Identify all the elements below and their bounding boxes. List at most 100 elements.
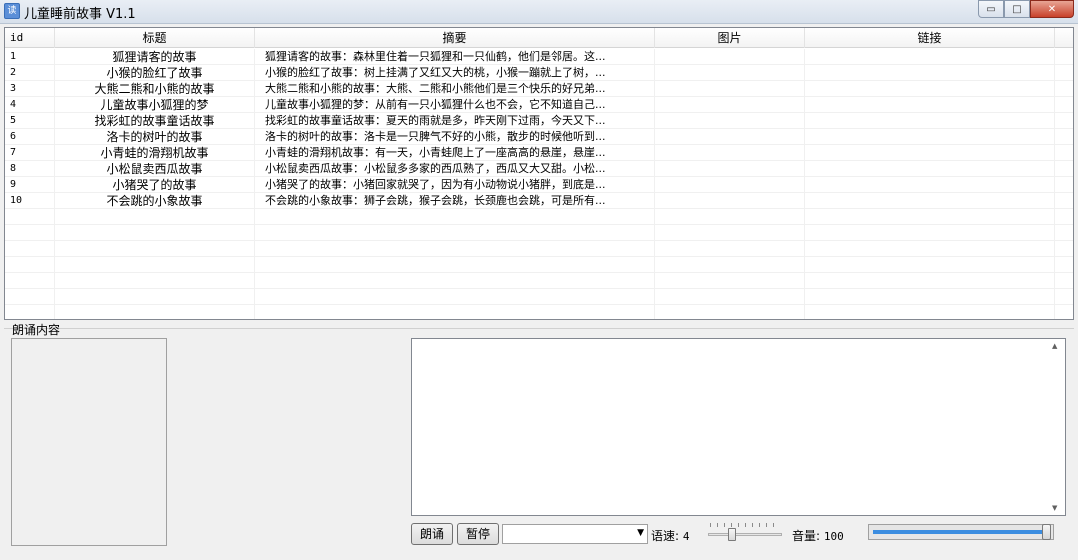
cell-id [5,225,55,241]
cell-image [655,49,805,65]
volume-slider-fill [873,530,1043,534]
column-header-title[interactable]: 标题 [55,28,255,48]
cell-filler [1055,113,1073,129]
cell-image [655,193,805,209]
cell-link [805,65,1055,81]
app-icon: 读 [4,3,20,19]
reading-text-area[interactable]: ▲ ▼ [411,338,1066,516]
maximize-icon: □ [1012,3,1022,15]
cell-summary [255,289,655,305]
cell-id [5,305,55,319]
cell-id [5,257,55,273]
table-row-empty[interactable] [5,209,1073,225]
cell-title: 不会跳的小象故事 [55,193,255,209]
table-row[interactable]: 8 小松鼠卖西瓜故事 小松鼠卖西瓜故事：小松鼠多多家的西瓜熟了，西瓜又大又甜。小松.… [5,161,1073,177]
cell-title: 找彩虹的故事童话故事 [55,113,255,129]
cell-image [655,289,805,305]
table-row-empty[interactable] [5,225,1073,241]
table-row-empty[interactable] [5,257,1073,273]
cell-title: 小猪哭了的故事 [55,177,255,193]
cell-link [805,81,1055,97]
cell-filler [1055,129,1073,145]
table-row[interactable]: 9 小猪哭了的故事 小猪哭了的故事：小猪回家就哭了，因为有小动物说小猪胖，到底是..… [5,177,1073,193]
cell-summary: 小青蛙的滑翔机故事：有一天，小青蛙爬上了一座高高的悬崖，悬崖... [255,145,655,161]
volume-slider-thumb[interactable] [1042,524,1051,540]
cell-link [805,113,1055,129]
cell-link [805,49,1055,65]
cell-filler [1055,145,1073,161]
cell-filler [1055,65,1073,81]
title-bar[interactable]: 读 儿童睡前故事 V1.1 ▭ □ ✕ [0,0,1078,24]
cell-link [805,177,1055,193]
cell-summary: 小松鼠卖西瓜故事：小松鼠多多家的西瓜熟了，西瓜又大又甜。小松... [255,161,655,177]
table-row[interactable]: 4 儿童故事小狐狸的梦 儿童故事小狐狸的梦：从前有一只小狐狸什么也不会，它不知道自己… [5,97,1073,113]
cell-filler [1055,97,1073,113]
voice-select[interactable]: ▼ [502,524,648,544]
table-row[interactable]: 2 小猴的脸红了故事 小猴的脸红了故事：树上挂满了又红又大的桃，小猴一蹦就上了树，.… [5,65,1073,81]
cell-image [655,257,805,273]
cell-title: 小青蛙的滑翔机故事 [55,145,255,161]
table-row[interactable]: 5 找彩虹的故事童话故事 找彩虹的故事童话故事：夏天的雨就是多，昨天刚下过雨，今天又… [5,113,1073,129]
cell-id: 6 [5,129,55,145]
cell-filler [1055,177,1073,193]
minimize-button[interactable]: ▭ [978,0,1004,18]
speed-slider[interactable] [706,521,784,543]
column-header-id[interactable]: id [5,28,55,48]
cell-link [805,225,1055,241]
cell-image [655,209,805,225]
cell-title [55,241,255,257]
cell-image [655,241,805,257]
table-row[interactable]: 10 不会跳的小象故事 不会跳的小象故事：狮子会跳，猴子会跳，长颈鹿也会跳，可是所有… [5,193,1073,209]
chevron-down-icon: ▼ [637,528,644,538]
pause-button[interactable]: 暂停 [457,523,499,545]
cell-filler [1055,193,1073,209]
scroll-up-icon[interactable]: ▲ [1052,342,1057,350]
table-row[interactable]: 3 大熊二熊和小熊的故事 大熊二熊和小熊的故事：大熊、二熊和小熊他们是三个快乐的好兄… [5,81,1073,97]
window-title: 儿童睡前故事 V1.1 [24,7,136,22]
cell-image [655,129,805,145]
column-header-image[interactable]: 图片 [655,28,805,48]
cell-link [805,241,1055,257]
cell-link [805,305,1055,319]
volume-label-text: 音量: [792,529,821,543]
cell-id: 2 [5,65,55,81]
volume-slider[interactable] [868,524,1054,540]
story-image-panel [11,338,167,546]
table-row[interactable]: 6 洛卡的树叶的故事 洛卡的树叶的故事：洛卡是一只脾气不好的小熊，散步的时候他听到.… [5,129,1073,145]
table-row[interactable]: 7 小青蛙的滑翔机故事 小青蛙的滑翔机故事：有一天，小青蛙爬上了一座高高的悬崖，悬崖… [5,145,1073,161]
minimize-icon: ▭ [986,3,996,15]
cell-id: 1 [5,49,55,65]
story-table[interactable]: id 标题 摘要 图片 链接 1 狐狸请客的故事 狐狸请客的故事：森林里住着一只狐狸… [4,27,1074,320]
scroll-down-icon[interactable]: ▼ [1052,504,1057,512]
read-aloud-button[interactable]: 朗诵 [411,523,453,545]
table-row-empty[interactable] [5,305,1073,319]
cell-summary: 小猴的脸红了故事：树上挂满了又红又大的桃，小猴一蹦就上了树，... [255,65,655,81]
cell-filler [1055,257,1073,273]
cell-filler [1055,241,1073,257]
cell-summary: 儿童故事小狐狸的梦：从前有一只小狐狸什么也不会，它不知道自己... [255,97,655,113]
close-button[interactable]: ✕ [1030,0,1074,18]
cell-summary: 狐狸请客的故事：森林里住着一只狐狸和一只仙鹤，他们是邻居。这... [255,49,655,65]
column-header-link[interactable]: 链接 [805,28,1055,48]
cell-id [5,209,55,225]
cell-image [655,65,805,81]
cell-id [5,273,55,289]
cell-summary [255,305,655,319]
cell-title [55,273,255,289]
column-header-summary[interactable]: 摘要 [255,28,655,48]
maximize-button[interactable]: □ [1004,0,1030,18]
speed-label-text: 语速: [651,529,680,543]
cell-summary: 洛卡的树叶的故事：洛卡是一只脾气不好的小熊，散步的时候他听到... [255,129,655,145]
cell-filler [1055,49,1073,65]
table-row-empty[interactable] [5,289,1073,305]
table-row[interactable]: 1 狐狸请客的故事 狐狸请客的故事：森林里住着一只狐狸和一只仙鹤，他们是邻居。这..… [5,49,1073,65]
cell-link [805,145,1055,161]
table-row-empty[interactable] [5,241,1073,257]
cell-title [55,305,255,319]
cell-summary [255,225,655,241]
text-scrollbar[interactable]: ▲ ▼ [1048,339,1065,515]
cell-image [655,145,805,161]
speed-slider-thumb[interactable] [727,528,736,541]
cell-title: 大熊二熊和小熊的故事 [55,81,255,97]
table-row-empty[interactable] [5,273,1073,289]
